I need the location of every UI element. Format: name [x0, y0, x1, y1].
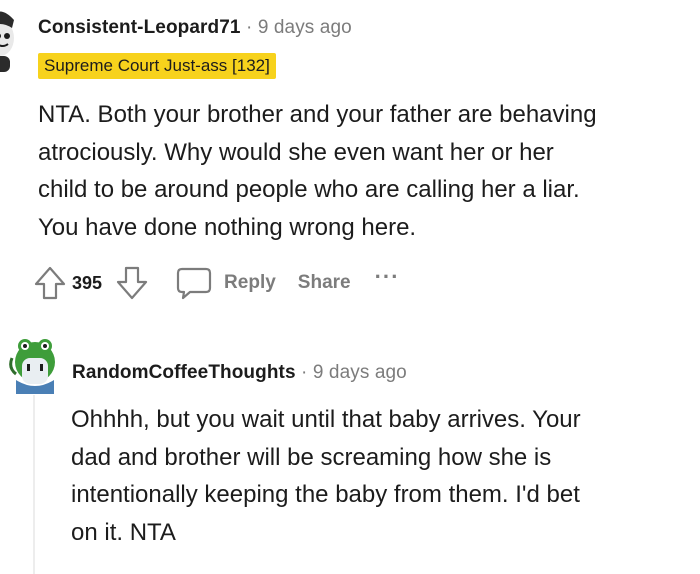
avatar-consistent-leopard[interactable] — [0, 6, 20, 76]
avatar-random-coffee[interactable] — [8, 334, 62, 396]
upvote-button[interactable] — [34, 266, 66, 300]
reply-label: Reply — [224, 272, 276, 293]
comment2-line: on it. NTA — [71, 518, 176, 546]
comment1-line: child to be around people who are callin… — [38, 176, 580, 203]
comment2-separator: · — [301, 362, 308, 383]
thread-collapse-line[interactable] — [33, 395, 35, 574]
comment2-body: Ohhhh, but you wait until that baby arri… — [71, 401, 581, 551]
comment2-timestamp[interactable]: 9 days ago — [313, 362, 407, 383]
comment1-body: NTA. Both your brother and your father a… — [38, 96, 597, 246]
comment1-line: You have done nothing wrong here. — [38, 213, 417, 241]
comment1-timestamp[interactable]: 9 days ago — [258, 17, 352, 38]
comment2-header: RandomCoffeeThoughts · 9 days ago — [72, 362, 407, 384]
frog-avatar-icon — [9, 339, 55, 394]
comment2-username[interactable]: RandomCoffeeThoughts — [72, 362, 296, 383]
vote-count: 395 — [72, 272, 103, 293]
comment1-username[interactable]: Consistent-Leopard71 — [38, 17, 241, 38]
comment2-line: dad and brother will be screaming how sh… — [71, 443, 552, 471]
reply-button[interactable]: Reply — [176, 266, 276, 300]
downvote-button[interactable] — [116, 266, 148, 300]
comment2-line: intentionally keeping the baby from them… — [71, 481, 580, 508]
more-options-button[interactable]: ··· — [375, 264, 400, 290]
comment1-header: Consistent-Leopard71 · 9 days ago — [38, 17, 352, 39]
snoo-avatar-icon — [0, 11, 14, 72]
comment-bubble-icon — [176, 267, 212, 300]
user-flair-badge: Supreme Court Just-ass [132] — [38, 53, 276, 79]
comment1-line: atrociously. Why would she even want her… — [38, 138, 554, 166]
share-button[interactable]: Share — [298, 272, 351, 294]
comment2-line: Ohhhh, but you wait until that baby arri… — [71, 406, 581, 433]
downvote-arrow-icon — [116, 266, 148, 300]
upvote-arrow-icon — [34, 266, 66, 300]
comment1-line: NTA. Both your brother and your father a… — [38, 101, 597, 128]
comment1-separator: · — [245, 17, 253, 38]
comment1-action-bar: 395 Reply Share ··· — [34, 264, 400, 300]
